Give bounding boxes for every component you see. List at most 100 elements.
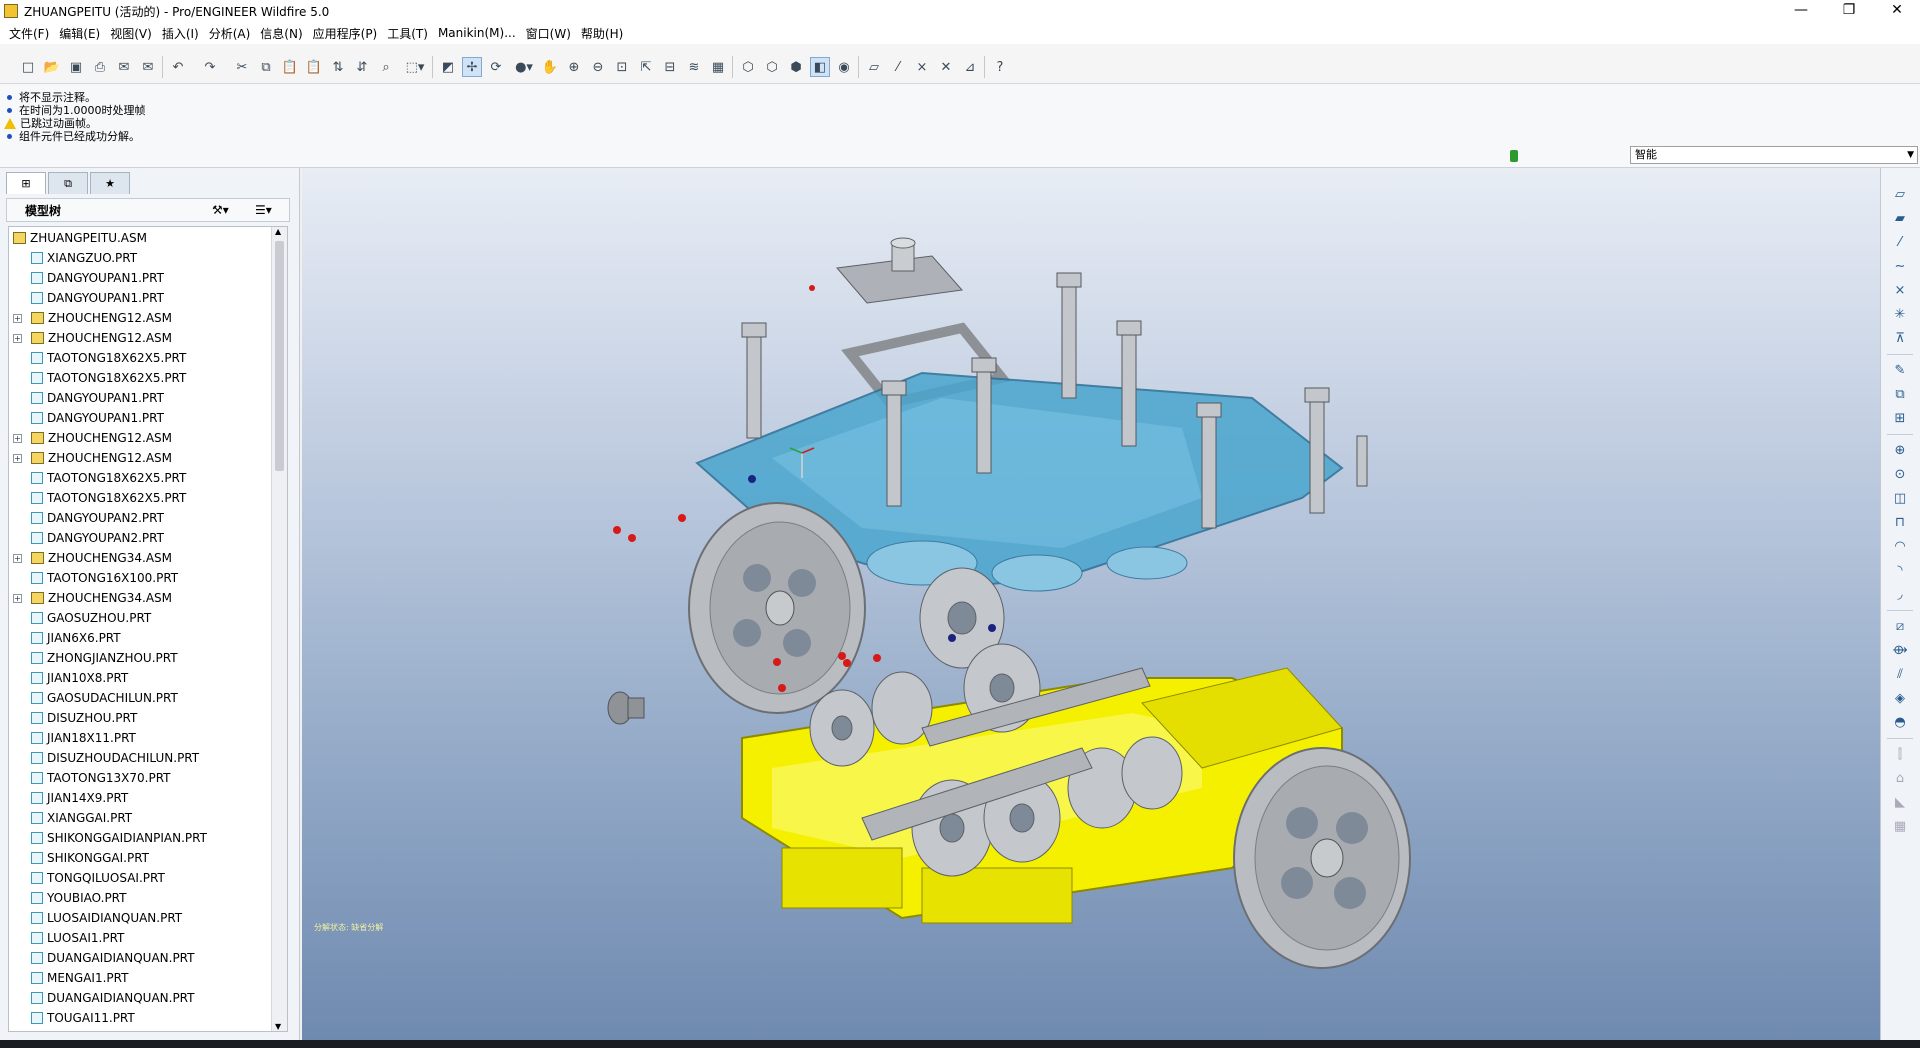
tree-row[interactable]: YOUBIAO.PRT: [31, 888, 126, 908]
tree-row[interactable]: DANGYOUPAN2.PRT: [31, 528, 164, 548]
reorient-icon[interactable]: ⇱: [636, 57, 656, 77]
tree-row[interactable]: GAOSUDACHILUN.PRT: [31, 688, 178, 708]
tree-row[interactable]: JIAN14X9.PRT: [31, 788, 128, 808]
select-box-icon[interactable]: ⬚▾: [400, 57, 430, 77]
paste-icon[interactable]: 📋: [280, 57, 300, 77]
tree-row[interactable]: SHIKONGGAI.PRT: [31, 848, 149, 868]
no-hidden-icon[interactable]: ⬢: [786, 57, 806, 77]
rib-icon[interactable]: ◓: [1891, 714, 1909, 732]
sketch-plane-icon[interactable]: ▰: [1891, 210, 1909, 228]
enhanced-realism-icon[interactable]: ◉: [834, 57, 854, 77]
refit-icon[interactable]: ⊡: [612, 57, 632, 77]
menu-manikin[interactable]: Manikin(M)...: [433, 26, 521, 40]
tree-row[interactable]: DANGYOUPAN1.PRT: [31, 268, 164, 288]
offset-icon[interactable]: ⌂: [1891, 770, 1909, 788]
layers-icon[interactable]: ≋: [684, 57, 704, 77]
menu-info[interactable]: 信息(N): [255, 25, 307, 42]
scroll-down-icon[interactable]: ▼: [275, 1022, 281, 1031]
extrude-icon[interactable]: ⊓: [1891, 514, 1909, 532]
create-component-icon[interactable]: ⊕: [1891, 442, 1909, 460]
menu-window[interactable]: 窗口(W): [521, 25, 576, 42]
tree-row[interactable]: + ZHOUCHENG34.ASM: [13, 548, 172, 568]
chamfer-icon[interactable]: ◞: [1891, 586, 1909, 604]
tree-row[interactable]: GAOSUZHOU.PRT: [31, 608, 151, 628]
saved-views-icon[interactable]: ⊟: [660, 57, 680, 77]
tree-row[interactable]: + ZHOUCHENG12.ASM: [13, 328, 172, 348]
help-icon[interactable]: ?: [990, 57, 1010, 77]
tree-row[interactable]: TAOTONG18X62X5.PRT: [31, 368, 186, 388]
tree-row[interactable]: DANGYOUPAN1.PRT: [31, 388, 164, 408]
annotations-icon[interactable]: ⊿: [960, 57, 980, 77]
wireframe-icon[interactable]: ⬡: [738, 57, 758, 77]
save-icon[interactable]: ▣: [66, 57, 86, 77]
tab-model-tree[interactable]: ⊞: [6, 172, 46, 194]
shading-icon[interactable]: ◧: [810, 57, 830, 77]
datum-point-icon[interactable]: ×: [1891, 282, 1909, 300]
merge-icon[interactable]: ◣: [1891, 794, 1909, 812]
tree-row[interactable]: + ZHOUCHENG34.ASM: [13, 588, 172, 608]
tree-row[interactable]: + ZHOUCHENG12.ASM: [13, 448, 172, 468]
regenerate-icon[interactable]: ⇅: [328, 57, 348, 77]
hole-icon[interactable]: ⊙: [1891, 466, 1909, 484]
tree-row[interactable]: LUOSAIDIANQUAN.PRT: [31, 908, 182, 928]
tree-row[interactable]: DUANGAIDIANQUAN.PRT: [31, 948, 194, 968]
datum-points-icon[interactable]: ×: [912, 57, 932, 77]
expand-icon[interactable]: +: [13, 313, 22, 323]
email-link-icon[interactable]: ✉: [138, 57, 158, 77]
menu-tools[interactable]: 工具(T): [382, 25, 433, 42]
expand-icon[interactable]: +: [13, 333, 22, 343]
zoom-out-icon[interactable]: ⊖: [588, 57, 608, 77]
pan-icon[interactable]: ✋: [540, 57, 560, 77]
tree-row[interactable]: TAOTONG18X62X5.PRT: [31, 348, 186, 368]
datum-curve-icon[interactable]: ∼: [1891, 258, 1909, 276]
csys-icon[interactable]: ✕: [936, 57, 956, 77]
minimize-button[interactable]: —: [1778, 0, 1824, 22]
component-place-icon[interactable]: ⊞: [1891, 410, 1909, 428]
repaint-icon[interactable]: ◩: [438, 57, 458, 77]
tree-row[interactable]: + ZHOUCHENG12.ASM: [13, 308, 172, 328]
restore-button[interactable]: ❐: [1826, 0, 1872, 22]
tree-row[interactable]: DUANGAIDIANQUAN.PRT: [31, 988, 194, 1008]
analysis-tool-icon[interactable]: ⊼: [1891, 330, 1909, 348]
zoom-in-icon[interactable]: ⊕: [564, 57, 584, 77]
regen-manager-icon[interactable]: ⇵: [352, 57, 372, 77]
datum-plane-tool-icon[interactable]: ▱: [1891, 186, 1909, 204]
expand-icon[interactable]: +: [13, 453, 22, 463]
new-icon[interactable]: □: [18, 57, 38, 77]
tree-row[interactable]: XIANGGAI.PRT: [31, 808, 132, 828]
datum-axis-icon[interactable]: ⁄: [1891, 234, 1909, 252]
round-icon[interactable]: ◫: [1891, 490, 1909, 508]
csys-tool-icon[interactable]: ✳: [1891, 306, 1909, 324]
menu-insert[interactable]: 插入(I): [157, 25, 204, 42]
shell-icon[interactable]: ◈: [1891, 690, 1909, 708]
scroll-up-icon[interactable]: ▲: [275, 227, 281, 236]
tree-row[interactable]: DANGYOUPAN2.PRT: [31, 508, 164, 528]
tree-row[interactable]: TOUGAI11.PRT: [31, 1008, 135, 1028]
tree-row[interactable]: LUOSAI1.PRT: [31, 928, 124, 948]
tree-row[interactable]: DISUZHOU.PRT: [31, 708, 137, 728]
tree-row[interactable]: XIANGZUO.PRT: [31, 248, 137, 268]
tree-row[interactable]: MENGAI1.PRT: [31, 968, 128, 988]
draft-icon[interactable]: ⧄: [1891, 618, 1909, 636]
sketch-tool-icon[interactable]: ✎: [1891, 362, 1909, 380]
pattern-icon[interactable]: ⟴: [1891, 642, 1909, 660]
menu-help[interactable]: 帮助(H): [576, 25, 628, 42]
menu-applications[interactable]: 应用程序(P): [308, 25, 383, 42]
tree-row[interactable]: TAOTONG18X62X5.PRT: [31, 488, 186, 508]
selection-filter-select[interactable]: 智能 ▼: [1630, 146, 1918, 164]
redo-icon[interactable]: ↷: [200, 57, 220, 77]
boundary-icon[interactable]: ⫿: [1891, 746, 1909, 764]
menu-file[interactable]: 文件(F): [4, 25, 54, 42]
tree-row[interactable]: DISUZHOUDACHILUN.PRT: [31, 748, 199, 768]
copy-icon[interactable]: ⧉: [256, 57, 276, 77]
undo-icon[interactable]: ↶: [168, 57, 188, 77]
scrollbar-thumb[interactable]: [275, 241, 284, 471]
view-manager-icon[interactable]: ▦: [708, 57, 728, 77]
tree-row[interactable]: DANGYOUPAN1.PRT: [31, 408, 164, 428]
menu-view[interactable]: 视图(V): [105, 25, 157, 42]
print-icon[interactable]: ⎙: [90, 57, 110, 77]
email-icon[interactable]: ✉: [114, 57, 134, 77]
appearance-icon[interactable]: ●▾: [510, 57, 538, 77]
tree-settings-icon[interactable]: ⚒▾: [212, 203, 229, 217]
tree-row[interactable]: SHIKONGGAIDIANPIAN.PRT: [31, 828, 207, 848]
